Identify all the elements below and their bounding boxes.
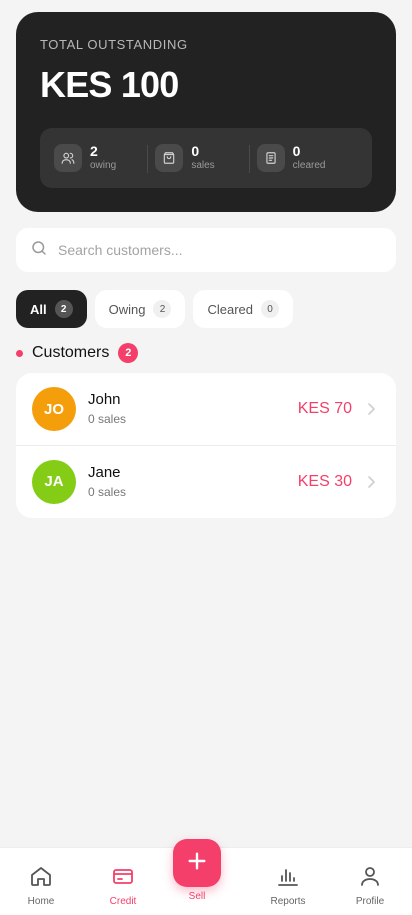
nav-profile[interactable]: Profile: [340, 864, 400, 908]
credit-card-icon: [111, 864, 135, 891]
plus-icon: [186, 850, 208, 877]
tab-cleared[interactable]: Cleared 0: [193, 290, 294, 328]
nav-label: Credit: [109, 896, 137, 907]
tab-label: Owing: [108, 301, 146, 317]
search-bar[interactable]: [16, 228, 396, 272]
total-outstanding-amount: KES 100: [40, 64, 179, 105]
nav-home[interactable]: Home: [11, 864, 71, 908]
shopping-bag-icon: [155, 144, 184, 172]
search-input[interactable]: [58, 242, 358, 258]
tab-all[interactable]: All 2: [16, 290, 87, 328]
nav-label: Home: [27, 896, 55, 907]
stat-value: 2: [90, 143, 98, 159]
nav-reports[interactable]: Reports: [258, 864, 318, 908]
chevron-right-icon: [366, 475, 376, 494]
customer-amount: KES 70: [297, 400, 352, 417]
chevron-right-icon: [366, 402, 376, 421]
nav-label: Profile: [355, 896, 385, 907]
customer-row-jane[interactable]: JA Jane 0 sales KES 30: [16, 445, 396, 517]
stat-owing: 2 owing: [54, 143, 155, 173]
avatar: JO: [32, 387, 76, 431]
section-title: Customers: [32, 344, 110, 361]
filter-tabs: All 2 Owing 2 Cleared 0: [16, 290, 294, 328]
nav-label: Reports: [270, 896, 306, 907]
nav-credit[interactable]: Credit: [93, 864, 153, 908]
stat-cleared: 0 cleared: [248, 143, 358, 173]
stat-value: 0: [292, 143, 301, 159]
sell-button[interactable]: [173, 839, 221, 887]
stat-label: cleared: [292, 160, 326, 171]
tab-owing[interactable]: Owing 2: [94, 290, 186, 328]
bar-chart-icon: [276, 864, 300, 891]
stat-label: sales: [191, 160, 215, 171]
stat-sales: 0 sales: [147, 143, 256, 173]
avatar: JA: [32, 459, 76, 504]
sell-label: Sell: [188, 891, 206, 902]
home-icon: [29, 864, 53, 891]
search-icon: [30, 239, 48, 262]
users-icon: [54, 144, 82, 172]
customer-list: JO John 0 sales KES 70 JA Jane 0 sales K…: [16, 373, 396, 518]
tab-label: Cleared: [207, 301, 254, 317]
customer-amount: KES 30: [297, 472, 352, 490]
summary-label: TOTAL OUTSTANDING: [40, 37, 188, 52]
stat-label: owing: [90, 160, 117, 171]
customer-row-john[interactable]: JO John 0 sales KES 70: [16, 373, 396, 445]
user-icon: [358, 864, 382, 891]
receipt-icon: [256, 144, 285, 172]
tab-label: All: [30, 301, 47, 317]
tab-count: 0: [261, 300, 280, 318]
customers-section-header: Customers 2: [16, 342, 139, 364]
stat-value: 0: [191, 143, 200, 159]
section-dot: [16, 349, 23, 357]
stats-row: 2 owing 0 sales 0 cleared: [40, 128, 372, 188]
customer-sales-count: 0 sales: [88, 412, 127, 426]
customers-count-badge: 2: [118, 343, 139, 363]
customer-name: Jane: [88, 463, 121, 481]
customer-name: John: [88, 391, 121, 408]
customer-sales-count: 0 sales: [88, 484, 127, 499]
tab-count: 2: [153, 300, 172, 318]
tab-count: 2: [54, 300, 73, 318]
